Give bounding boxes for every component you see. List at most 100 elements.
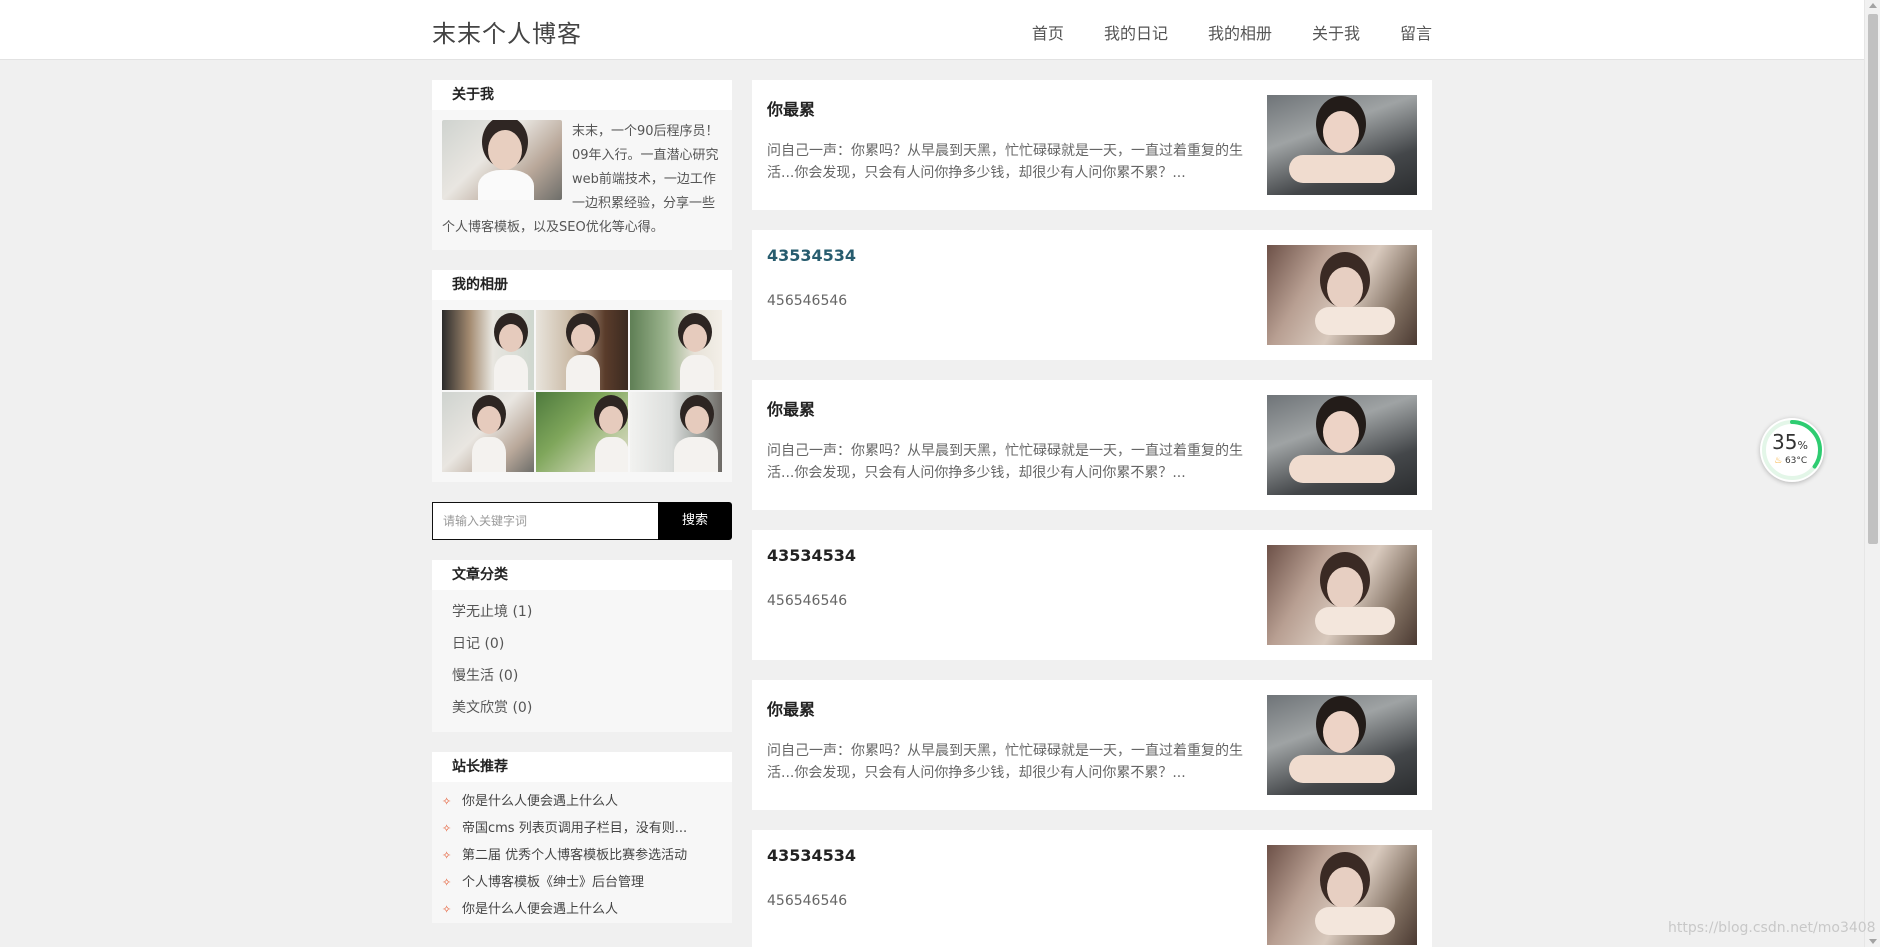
usage-percent: 35% [1772,430,1808,454]
category-item[interactable]: 慢生活 (0) [452,660,712,692]
recommend-item[interactable]: ✧ 你是什么人便会遇上什么人 [442,896,722,923]
watermark: https://blog.csdn.net/mo3408 [1668,920,1876,936]
recommend-item-label: 个人博客模板《绅士》后台管理 [462,875,645,890]
thumbnail-figure-arms [1315,307,1395,335]
article-title[interactable]: 43534534 [767,846,856,865]
recommend-item[interactable]: ✧ 帝国cms 列表页调用子栏目，没有则... [442,815,722,842]
article-summary: 问自己一声：你累吗？从早晨到天黑，忙忙碌碌就是一天，一直过着重复的生活...你会… [767,143,1243,181]
avatar-figure-body [478,170,534,200]
scroll-down-arrow-icon[interactable] [1869,939,1877,944]
about-body: 末末，一个90后程序员！09年入行。一直潜心研究web前端技术，一边工作一边积累… [432,110,732,250]
star-bullet-icon: ✧ [442,795,452,808]
photo-figure-body [566,354,601,390]
thumbnail-figure-arms [1315,907,1395,935]
thumbnail-figure-head [1323,711,1359,753]
page-scrollbar[interactable] [1864,0,1880,947]
recommend-item[interactable]: ✧ 第二届 优秀个人博客模板比赛参选活动 [442,842,722,869]
recommend-box: 站长推荐 ✧ 你是什么人便会遇上什么人 ✧ 帝国cms 列表页调用子栏目，没有则..… [432,752,732,923]
search-button[interactable]: 搜索 [658,502,732,540]
article-card[interactable]: 你最累 问自己一声：你累吗？从早晨到天黑，忙忙碌碌就是一天，一直过着重复的生活.… [752,380,1432,510]
nav-about[interactable]: 关于我 [1312,20,1360,44]
photo-figure-body [679,354,714,390]
thumbnail-figure-arms [1315,607,1395,635]
star-bullet-icon: ✧ [442,849,452,862]
scrollbar-thumb[interactable] [1868,14,1878,544]
recommend-item[interactable]: ✧ 你是什么人便会遇上什么人 [442,788,722,815]
system-monitor-widget[interactable]: 35% ♨ 63°C [1760,418,1824,482]
nav-guestbook[interactable]: 留言 [1400,20,1432,44]
article-summary: 问自己一声：你累吗？从早晨到天黑，忙忙碌碌就是一天，一直过着重复的生活...你会… [767,443,1243,481]
navbar-inner: 末末个人博客 首页 我的日记 我的相册 关于我 留言 [432,0,1432,60]
thumbnail-figure-head [1323,411,1359,453]
star-bullet-icon: ✧ [442,903,452,916]
photo-figure-head [685,406,710,435]
recommend-item-label: 你是什么人便会遇上什么人 [462,794,619,809]
article-thumbnail[interactable] [1267,95,1417,195]
album-photo-4[interactable] [442,392,534,472]
article-thumbnail[interactable] [1267,845,1417,945]
recommend-item-label: 第二届 优秀个人博客模板比赛参选活动 [462,848,688,863]
about-box: 关于我 末末，一个90后程序员！09年入行。一直潜心研究web前端技术，一边工作… [432,80,732,250]
article-card[interactable]: 43534534 456546546 [752,830,1432,947]
categories-heading: 文章分类 [432,560,732,590]
search-input[interactable]: 请输入关键字词 [432,502,658,540]
thumbnail-figure-head [1323,111,1359,153]
recommend-heading: 站长推荐 [432,752,732,782]
article-title[interactable]: 43534534 [767,546,856,565]
nav-home[interactable]: 首页 [1032,20,1064,44]
photo-figure-body [594,436,628,472]
about-heading: 关于我 [432,80,732,110]
album-grid [432,300,732,482]
recommend-item[interactable]: ✧ 个人博客模板《绅士》后台管理 [442,869,722,896]
article-summary: 456546546 [767,293,848,309]
category-item[interactable]: 学无止境 (1) [452,596,712,628]
category-item[interactable]: 日记 (0) [452,628,712,660]
article-thumbnail[interactable] [1267,245,1417,345]
temperature-readout: ♨ 63°C [1774,456,1807,466]
avatar [442,120,562,200]
album-photo-1[interactable] [442,310,534,390]
temperature-value: 63°C [1784,456,1808,466]
article-card[interactable]: 你最累 问自己一声：你累吗？从早晨到天黑，忙忙碌碌就是一天，一直过着重复的生活.… [752,80,1432,210]
site-title[interactable]: 末末个人博客 [432,14,582,49]
nav-diary[interactable]: 我的日记 [1104,20,1168,44]
article-thumbnail[interactable] [1267,395,1417,495]
album-photo-2[interactable] [536,310,628,390]
album-photo-5[interactable] [536,392,628,472]
search-bar: 请输入关键字词 搜索 [432,502,732,540]
album-photo-6[interactable] [630,392,722,472]
article-summary: 456546546 [767,593,848,609]
thumbnail-figure-head [1327,267,1363,309]
album-photo-3[interactable] [630,310,722,390]
recommend-item-label: 帝国cms 列表页调用子栏目，没有则... [462,821,688,836]
article-thumbnail[interactable] [1267,695,1417,795]
main-nav: 首页 我的日记 我的相册 关于我 留言 [1032,20,1432,44]
photo-figure-head [570,324,595,353]
article-thumbnail[interactable] [1267,545,1417,645]
scroll-up-arrow-icon[interactable] [1869,3,1877,8]
usage-percent-value: 35 [1772,430,1798,454]
article-title[interactable]: 43534534 [767,246,856,265]
categories-box: 文章分类 学无止境 (1) 日记 (0) 慢生活 (0) 美文欣赏 (0) [432,560,732,732]
nav-album[interactable]: 我的相册 [1208,20,1272,44]
article-title[interactable]: 你最累 [767,396,815,420]
flame-icon: ♨ [1774,456,1783,466]
recommend-list: ✧ 你是什么人便会遇上什么人 ✧ 帝国cms 列表页调用子栏目，没有则... ✧ 第二… [432,782,732,923]
sidebar: 关于我 末末，一个90后程序员！09年入行。一直潜心研究web前端技术，一边工作… [432,80,732,943]
photo-figure-body [494,354,529,390]
article-card[interactable]: 43534534 456546546 [752,230,1432,360]
category-item[interactable]: 美文欣赏 (0) [452,692,712,724]
star-bullet-icon: ✧ [442,876,452,889]
article-summary: 问自己一声：你累吗？从早晨到天黑，忙忙碌碌就是一天，一直过着重复的生活...你会… [767,743,1243,781]
album-box: 我的相册 [432,270,732,482]
article-summary: 456546546 [767,893,848,909]
photo-figure-head [499,324,524,353]
article-card[interactable]: 43534534 456546546 [752,530,1432,660]
usage-percent-unit: % [1797,439,1808,452]
star-bullet-icon: ✧ [442,822,452,835]
article-title[interactable]: 你最累 [767,96,815,120]
article-card[interactable]: 你最累 问自己一声：你累吗？从早晨到天黑，忙忙碌碌就是一天，一直过着重复的生活.… [752,680,1432,810]
article-title[interactable]: 你最累 [767,696,815,720]
thumbnail-figure-head [1327,867,1363,909]
album-heading: 我的相册 [432,270,732,300]
